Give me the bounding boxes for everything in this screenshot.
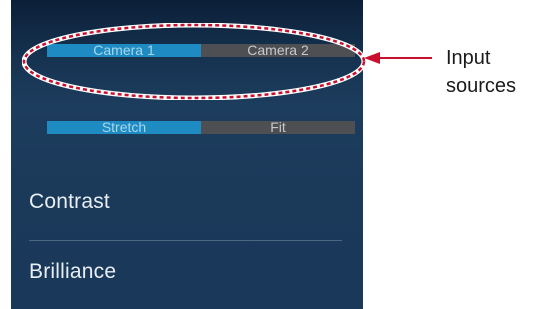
- callout-label-line1: Input: [446, 47, 491, 69]
- contrast-menu-item[interactable]: Contrast: [29, 190, 110, 214]
- input-sources-highlight-ellipse: [22, 23, 366, 100]
- scaling-selector: Stretch Fit: [47, 120, 355, 134]
- callout-arrow-icon: [364, 52, 432, 64]
- callout-label-line2: sources: [446, 75, 517, 97]
- brilliance-menu-item[interactable]: Brilliance: [29, 260, 116, 284]
- menu-divider: [29, 240, 342, 241]
- stretch-option[interactable]: Stretch: [47, 120, 201, 134]
- fit-option[interactable]: Fit: [201, 120, 355, 134]
